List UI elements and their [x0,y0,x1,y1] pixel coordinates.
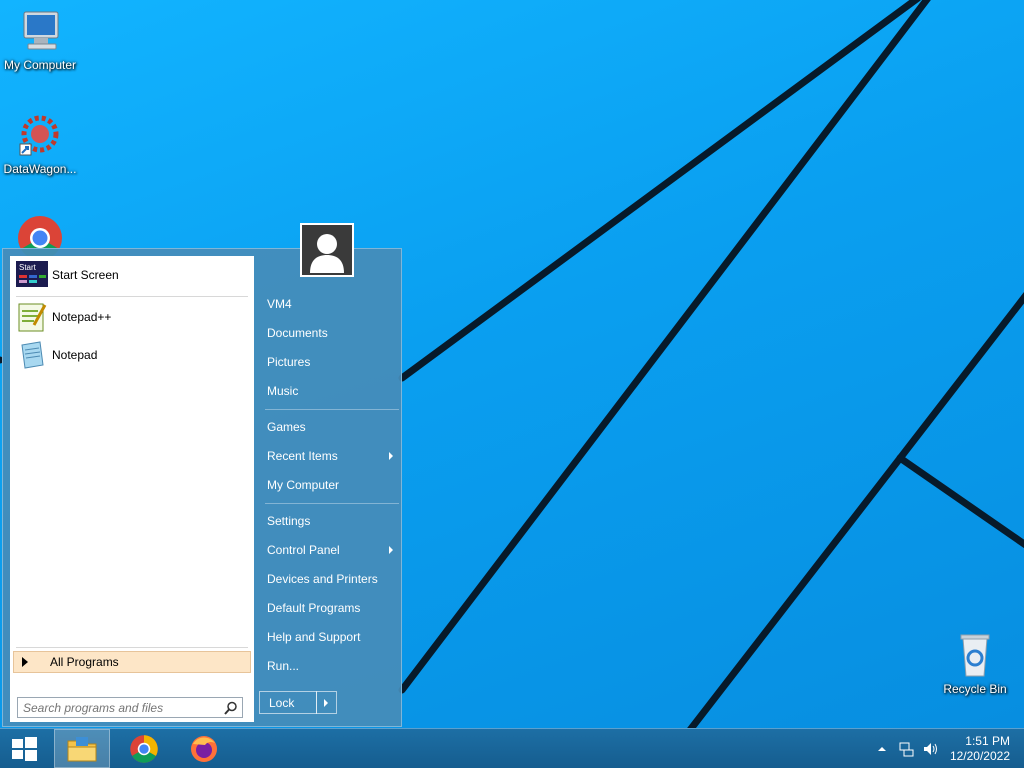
menu-label: Devices and Printers [267,572,378,586]
menu-label: VM4 [267,297,292,311]
start-right-control-panel[interactable]: Control Panel [261,537,399,563]
start-right-devices-printers[interactable]: Devices and Printers [261,566,399,592]
menu-label: Games [267,420,306,434]
volume-icon[interactable] [922,741,938,757]
search-input[interactable] [17,697,243,718]
start-right-my-computer[interactable]: My Computer [261,472,399,498]
computer-icon [16,8,64,56]
separator [265,503,399,504]
submenu-arrow-icon [389,546,393,554]
menu-label: Music [267,384,299,398]
notepad-icon [16,339,48,371]
notepad-plus-plus-icon [16,301,48,333]
menu-label: Help and Support [267,630,361,644]
start-screen-badge: Start [19,263,37,272]
separator [265,409,399,410]
program-notepad-plus-plus[interactable]: Notepad++ [16,300,248,334]
start-right-settings[interactable]: Settings [261,508,399,534]
program-label: Start Screen [52,268,119,282]
menu-label: Run... [267,659,300,673]
start-right-documents[interactable]: Documents [261,320,399,346]
start-menu: Start Start Screen Notepad++ Notepad All… [2,248,402,727]
taskbar-chrome[interactable] [118,729,170,768]
start-right-user[interactable]: VM4 [261,291,399,317]
all-programs-label: All Programs [50,655,119,669]
program-notepad[interactable]: Notepad [16,338,248,372]
start-right-music[interactable]: Music [261,378,399,404]
file-explorer-icon [67,736,97,761]
start-screen-icon: Start [16,259,48,291]
taskbar-file-explorer[interactable] [54,729,110,768]
start-right-run[interactable]: Run... [261,653,399,679]
menu-label: Documents [267,326,328,340]
menu-label: My Computer [267,478,340,492]
start-right-games[interactable]: Games [261,414,399,440]
menu-label: Control Panel [267,543,340,557]
start-menu-programs-pane: Start Start Screen Notepad++ Notepad All… [10,256,254,692]
lock-options-button[interactable] [316,691,337,714]
all-programs-button[interactable]: All Programs [13,651,251,673]
desktop-icon-label: DataWagon... [3,162,77,176]
program-start-screen[interactable]: Start Start Screen [16,258,248,292]
search-icon[interactable] [224,701,238,715]
desktop-icon-recycle-bin[interactable]: Recycle Bin [935,632,1015,696]
show-hidden-icons-icon[interactable] [874,741,890,757]
menu-label: Pictures [267,355,311,369]
clock-time: 1:51 PM [965,734,1010,748]
lock-button[interactable]: Lock [259,691,317,714]
menu-label: Recent Items [267,449,338,463]
user-silhouette-icon [302,225,352,275]
triangle-right-icon [22,657,28,667]
clock-date: 12/20/2022 [949,749,1010,763]
chevron-right-icon [324,699,328,707]
program-label: Notepad [52,348,98,362]
desktop-icon-datawagon[interactable]: DataWagon... [0,112,80,176]
separator [16,296,248,297]
menu-label: Default Programs [267,601,361,615]
start-right-default-programs[interactable]: Default Programs [261,595,399,621]
start-button[interactable] [0,729,48,768]
search-area [10,692,254,722]
recycle-bin-icon [951,632,999,680]
desktop-icon-my-computer[interactable]: My Computer [0,8,80,72]
start-right-pictures[interactable]: Pictures [261,349,399,375]
chrome-icon [130,734,158,763]
program-label: Notepad++ [52,310,112,324]
separator [16,647,248,648]
user-avatar[interactable] [300,223,354,277]
start-right-recent-items[interactable]: Recent Items [261,443,399,469]
desktop-icon-label: My Computer [3,58,77,72]
submenu-arrow-icon [389,452,393,460]
menu-label: Settings [267,514,311,528]
firefox-icon [191,735,217,762]
start-right-help-support[interactable]: Help and Support [261,624,399,650]
datawagon-icon [16,112,64,160]
taskbar-firefox[interactable] [178,729,230,768]
taskbar: 1:51 PM 12/20/2022 [0,728,1024,768]
taskbar-clock[interactable]: 1:51 PM 12/20/2022 [950,734,1010,764]
lock-label: Lock [269,695,295,710]
desktop-icon-label: Recycle Bin [943,682,1007,696]
network-icon[interactable] [898,741,914,757]
windows-logo-icon [12,736,37,761]
